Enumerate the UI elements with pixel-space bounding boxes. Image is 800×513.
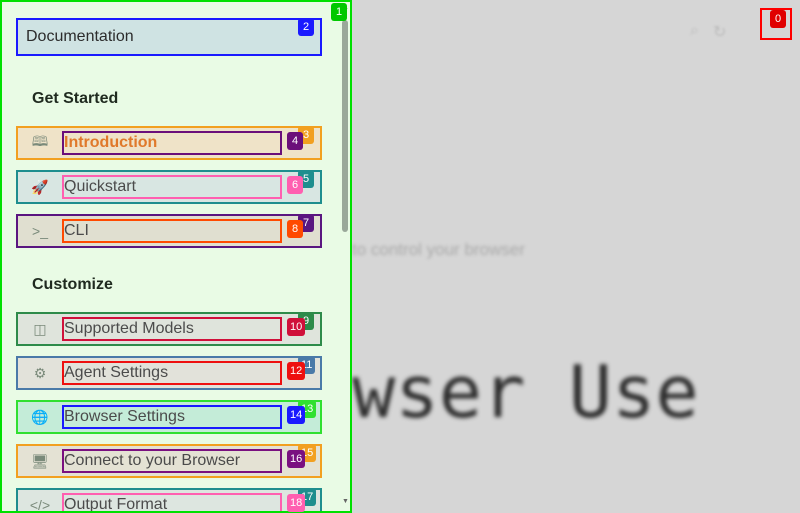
element-tag: 10 [287,318,306,336]
sidebar: Documentation Get Started 🕮 Introduction… [0,0,352,513]
sidebar-item-label: CLI [62,219,282,243]
element-tag: 8 [287,220,303,238]
section-title-customize: Customize [32,276,113,293]
sidebar-item-label: Supported Models [62,317,282,341]
element-tag: 2 [298,18,314,36]
page-subtitle: to control your browser [352,240,525,259]
sidebar-item-label: Output Format [62,493,282,511]
sidebar-item-label: Quickstart [62,175,282,199]
code-icon: </> [29,497,51,513]
robot-icon: ◫ [33,320,47,337]
element-tag: 16 [287,450,306,468]
sidebar-item-connect-browser[interactable]: 🖥 Connect to your Browser [16,444,322,478]
sidebar-item-quickstart[interactable]: 🚀 Quickstart [16,170,322,204]
sidebar-item-supported-models[interactable]: ◫ Supported Models [16,312,322,346]
rocket-icon: 🚀 [31,178,49,195]
sidebar-item-cli[interactable]: >_ CLI [16,214,322,248]
sidebar-item-output-format[interactable]: </> Output Format [16,488,322,513]
page-hero-title: wser Use [352,350,699,434]
element-tag: 1 [331,3,347,21]
scroll-down-icon[interactable]: ▼ [342,498,349,505]
element-tag: 4 [287,132,303,150]
documentation-button[interactable]: Documentation [16,18,322,56]
terminal-icon: >_ [32,223,48,239]
settings-icon: ↻ [712,24,727,41]
sidebar-item-label: Connect to your Browser [62,449,282,473]
element-tag: 18 [287,494,306,512]
element-tag: 6 [287,176,303,194]
sidebar-scrollbar[interactable]: ▲ ▼ [340,4,350,510]
element-tag: 14 [287,406,306,424]
sidebar-item-introduction[interactable]: 🕮 Introduction [16,126,322,160]
gear-icon: ⚙ [33,364,47,381]
sidebar-item-label: Browser Settings [62,405,282,429]
documentation-label: Documentation [26,28,134,45]
sidebar-item-agent-settings[interactable]: ⚙ Agent Settings [16,356,322,390]
monitor-icon: 🖥 [31,452,49,469]
element-tag: 12 [287,362,306,380]
book-icon: 🕮 [31,133,49,149]
scrollbar-thumb[interactable] [342,20,348,232]
section-title-get-started: Get Started [32,90,119,107]
header-icons: ⌕ ↻ [690,22,726,42]
search-icon: ⌕ [690,22,699,39]
sidebar-item-label: Agent Settings [62,361,282,385]
sidebar-item-label: Introduction [62,131,282,155]
element-tag: 0 [770,10,786,28]
sidebar-item-browser-settings[interactable]: 🌐 Browser Settings [16,400,322,434]
globe-icon: 🌐 [31,408,49,425]
